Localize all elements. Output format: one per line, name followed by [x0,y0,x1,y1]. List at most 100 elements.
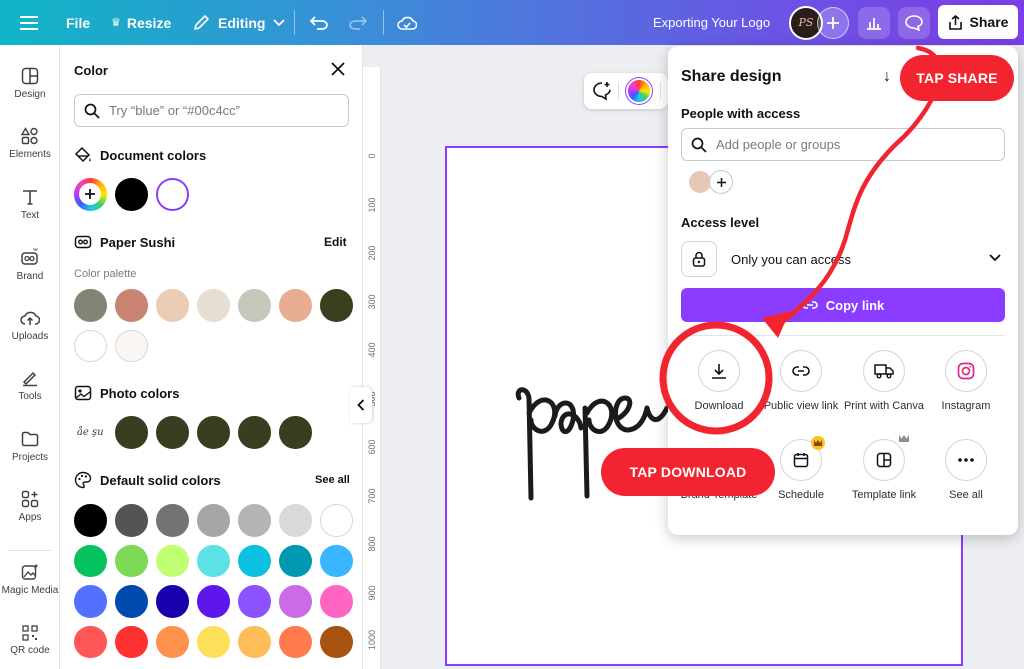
share-option-print[interactable]: Print with Canva [843,350,925,413]
close-icon[interactable] [330,61,346,82]
palette-swatch[interactable] [320,289,353,322]
plus-icon [79,183,102,206]
palette-swatch[interactable] [74,329,107,362]
comment-icon [898,6,930,39]
color-search[interactable] [74,94,349,127]
document-color-swatch[interactable] [156,178,189,211]
default-color-row [74,544,353,577]
see-all-colors-link[interactable]: See all [315,474,350,486]
default-color-swatch[interactable] [115,544,148,577]
cloud-save-status[interactable] [397,0,417,45]
palette-swatch[interactable] [115,289,148,322]
rail-item-apps[interactable]: Apps [0,490,60,523]
default-color-swatch[interactable] [115,504,148,537]
add-people-input[interactable] [716,137,976,152]
photo-color-swatch[interactable] [115,416,148,449]
default-color-swatch[interactable] [320,544,353,577]
document-color-swatch[interactable] [115,178,148,211]
rail-item-uploads[interactable]: Uploads [0,309,60,342]
redo-button[interactable] [349,0,367,45]
default-color-swatch[interactable] [279,504,312,537]
bar-chart-icon [858,6,890,39]
collapse-panel-button[interactable] [350,387,372,423]
rail-item-text[interactable]: Text [0,188,60,221]
rail-item-projects[interactable]: Projects [0,430,60,463]
default-color-swatch[interactable] [320,585,353,618]
add-collaborator-button[interactable] [817,0,849,45]
share-option-see-all[interactable]: See all [925,439,1007,502]
rail-item-design[interactable]: Design [0,67,60,100]
comment-add-icon[interactable] [592,81,612,106]
brand-kit-heading: Paper Sushi [74,233,175,251]
palette-swatch[interactable] [156,289,189,322]
insights-button[interactable] [858,0,890,45]
rail-item-tools[interactable]: Tools [0,369,60,402]
resize-button[interactable]: ♛ Resize [111,0,171,45]
ruler-tick-label: 100 [367,196,377,213]
share-option-template-link[interactable]: Template link [843,435,925,502]
add-color-button[interactable] [74,178,107,211]
document-title[interactable]: Exporting Your Logo [653,0,770,45]
default-color-swatch[interactable] [197,625,230,658]
default-color-swatch[interactable] [279,544,312,577]
default-color-swatch[interactable] [320,504,353,537]
document-color-row [74,178,189,211]
default-color-swatch[interactable] [74,585,107,618]
default-color-swatch[interactable] [197,544,230,577]
comments-button[interactable] [898,0,930,45]
palette-swatch[interactable] [238,289,271,322]
editing-mode-button[interactable]: Editing [193,0,286,45]
floating-toolbar [584,73,668,109]
default-color-swatch[interactable] [156,585,189,618]
file-menu[interactable]: File [66,0,90,45]
edit-brand-kit-link[interactable]: Edit [324,235,347,249]
rail-item-brand[interactable]: Brand [0,245,60,282]
default-color-swatch[interactable] [115,625,148,658]
palette-swatch[interactable] [197,289,230,322]
default-color-swatch[interactable] [238,544,271,577]
default-color-swatch[interactable] [74,625,107,658]
default-color-swatch[interactable] [238,504,271,537]
photo-color-swatch[interactable] [279,416,312,449]
default-color-swatch[interactable] [197,504,230,537]
undo-button[interactable] [310,0,328,45]
default-color-swatch[interactable] [74,544,107,577]
access-level-select[interactable]: Only you can access [681,239,1005,279]
menu-icon[interactable] [20,0,38,45]
rail-item-qr-code[interactable]: QR code [0,625,60,656]
add-people-field[interactable] [681,128,1005,161]
palette-swatch[interactable] [115,329,148,362]
default-color-swatch[interactable] [279,585,312,618]
default-color-swatch[interactable] [156,504,189,537]
share-button[interactable]: Share [938,5,1018,39]
share-option-public-view-link[interactable]: Public view link [760,350,842,413]
palette-swatch[interactable] [74,289,107,322]
design-icon [21,67,39,85]
default-color-swatch[interactable] [238,625,271,658]
photo-color-swatch[interactable] [238,416,271,449]
share-option-download[interactable]: Download [678,350,760,413]
color-picker-icon[interactable] [628,80,650,102]
photo-thumbnail[interactable]: åe şu [74,416,107,449]
default-color-swatch[interactable] [156,625,189,658]
rail-item-elements[interactable]: Elements [0,127,60,160]
copy-link-button[interactable]: Copy link [681,288,1005,322]
photo-color-swatch[interactable] [197,416,230,449]
palette-swatch[interactable] [279,289,312,322]
photo-color-swatch[interactable] [156,416,189,449]
default-color-swatch[interactable] [320,625,353,658]
default-color-swatch[interactable] [238,585,271,618]
default-color-swatch[interactable] [115,585,148,618]
default-color-swatch[interactable] [279,625,312,658]
access-level-value: Only you can access [731,251,851,267]
default-color-row [74,625,353,658]
brand-icon [21,247,38,265]
color-search-input[interactable] [109,103,329,118]
default-color-swatch[interactable] [74,504,107,537]
default-color-swatch[interactable] [197,585,230,618]
add-collaborator-icon[interactable] [709,170,733,194]
share-option-instagram[interactable]: Instagram [925,350,1007,413]
rail-label: Brand [16,271,44,282]
rail-item-magic-media[interactable]: Magic Media [0,563,60,596]
default-color-swatch[interactable] [156,544,189,577]
